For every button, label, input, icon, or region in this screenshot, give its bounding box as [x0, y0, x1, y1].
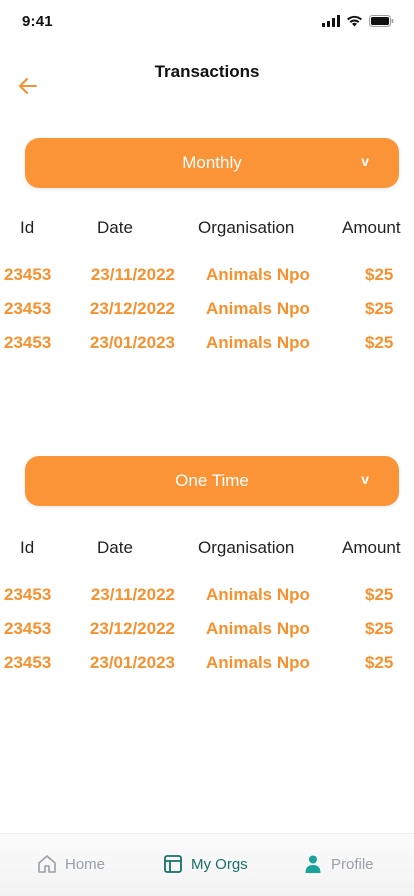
table-row[interactable]: 23453 23/11/2022 Animals Npo $25 [0, 585, 414, 607]
column-header-amount: Amount [342, 538, 401, 557]
cell-organisation: Animals Npo [206, 619, 310, 638]
one-time-dropdown[interactable]: One Time v [25, 456, 399, 506]
header: Transactions [0, 44, 414, 124]
cell-organisation: Animals Npo [206, 265, 310, 284]
column-header-id: Id [20, 538, 35, 557]
signal-icon [322, 15, 340, 27]
cell-id: 23453 [4, 619, 52, 638]
battery-icon [369, 15, 394, 27]
cell-id: 23453 [4, 585, 52, 604]
dropdown-label: One Time [175, 471, 249, 490]
cell-date: 23/12/2022 [89, 619, 175, 638]
nav-label-my-orgs: My Orgs [191, 855, 248, 873]
cell-id: 23453 [4, 333, 52, 352]
cell-amount: $25 [365, 619, 394, 638]
table-row[interactable]: 23453 23/12/2022 Animals Npo $25 [0, 619, 414, 641]
cell-date: 23/01/2023 [89, 653, 175, 672]
table-row[interactable]: 23453 23/01/2023 Animals Npo $25 [0, 333, 414, 355]
page-title: Transactions [154, 62, 260, 81]
chevron-down-icon: v [361, 153, 369, 169]
cell-date: 23/12/2022 [89, 299, 175, 318]
cell-amount: $25 [365, 333, 394, 352]
cell-id: 23453 [4, 265, 52, 284]
cell-amount: $25 [365, 265, 394, 284]
bottom-nav: Home My Orgs Profile [0, 833, 414, 896]
dropdown-label: Monthly [182, 153, 242, 172]
nav-item-profile[interactable]: Profile [303, 854, 374, 874]
table-row[interactable]: 23453 23/01/2023 Animals Npo $25 [0, 653, 414, 675]
cell-id: 23453 [4, 653, 52, 672]
column-header-organisation: Organisation [198, 538, 295, 557]
column-header-organisation: Organisation [198, 218, 295, 237]
wifi-icon [347, 15, 362, 27]
status-bar: 9:41 [0, 0, 414, 44]
layout-icon [164, 855, 182, 873]
cell-organisation: Animals Npo [206, 653, 310, 672]
home-icon [38, 855, 56, 873]
status-icons [322, 15, 394, 27]
cell-organisation: Animals Npo [206, 299, 310, 318]
cell-amount: $25 [365, 653, 394, 672]
cell-amount: $25 [365, 585, 394, 604]
status-time: 9:41 [22, 13, 53, 30]
cell-date: 23/11/2022 [90, 585, 175, 604]
nav-item-my-orgs[interactable]: My Orgs [163, 854, 248, 874]
column-header-date: Date [97, 538, 133, 557]
cell-amount: $25 [365, 299, 394, 318]
cell-organisation: Animals Npo [206, 333, 310, 352]
table-row[interactable]: 23453 23/11/2022 Animals Npo $25 [0, 265, 414, 287]
cell-organisation: Animals Npo [206, 585, 310, 604]
chevron-down-icon: v [361, 471, 369, 487]
table-header: Id Date Organisation Amount [0, 218, 414, 240]
nav-label-profile: Profile [331, 855, 374, 873]
person-icon [305, 855, 321, 873]
cell-date: 23/11/2022 [90, 265, 175, 284]
table-header: Id Date Organisation Amount [0, 538, 414, 560]
column-header-id: Id [20, 218, 35, 237]
nav-item-home[interactable]: Home [37, 854, 105, 874]
column-header-date: Date [97, 218, 133, 237]
nav-label-home: Home [65, 855, 106, 873]
monthly-dropdown[interactable]: Monthly v [25, 138, 399, 188]
column-header-amount: Amount [342, 218, 401, 237]
cell-id: 23453 [4, 299, 52, 318]
table-row[interactable]: 23453 23/12/2022 Animals Npo $25 [0, 299, 414, 321]
cell-date: 23/01/2023 [89, 333, 175, 352]
